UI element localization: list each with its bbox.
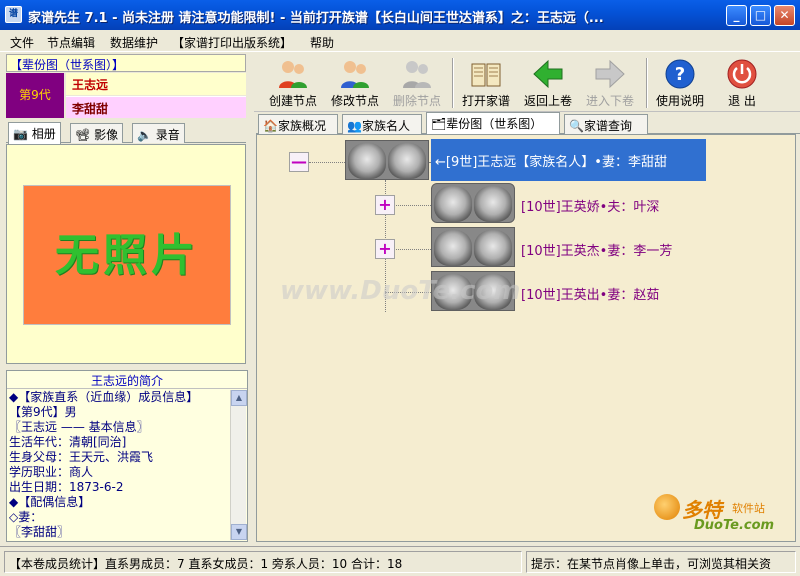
generation-badge: 第9代 bbox=[6, 73, 64, 118]
app-icon[interactable]: 谱 bbox=[5, 6, 22, 23]
toolbar-separator bbox=[452, 58, 454, 108]
intro-line: 学历职业：商人 bbox=[9, 465, 94, 479]
intro-line: 生活年代：清朝[同治] bbox=[9, 435, 127, 449]
add-person-icon bbox=[279, 61, 307, 88]
window-title: 家谱先生 7.1 - 尚未注册 请注意功能限制! - 当前打开族谱【长白山间王世… bbox=[28, 11, 604, 26]
child-node-label[interactable]: [10世]王英娇•夫：叶深 bbox=[521, 196, 659, 215]
intro-panel: 王志远的简介 ◆【家族直系（近血缘）成员信息】 【第9代】男 〖王志远 —— 基… bbox=[6, 370, 248, 542]
portrait-face bbox=[434, 186, 472, 222]
portrait-face bbox=[474, 186, 512, 222]
toolbar: 创建节点 修改节点 删除节点 打开家谱 返回上卷 进入下卷 ? 使用说明 退 出 bbox=[254, 54, 800, 112]
menu-file[interactable]: 文件 bbox=[10, 34, 34, 51]
edit-person-icon bbox=[341, 61, 369, 88]
maximize-button[interactable]: □ bbox=[750, 5, 771, 26]
left-panel-header: 【辈份图（世系图）】 bbox=[6, 54, 246, 72]
person-name[interactable]: 王志远 bbox=[66, 73, 246, 95]
power-icon bbox=[727, 59, 757, 89]
collapse-button[interactable]: — bbox=[289, 152, 309, 172]
root-portrait[interactable] bbox=[345, 140, 429, 180]
back-button[interactable]: 返回上卷 bbox=[520, 56, 576, 110]
minimize-button[interactable]: _ bbox=[726, 5, 747, 26]
home-icon: 🏠 bbox=[263, 119, 278, 133]
portrait-face bbox=[388, 143, 426, 179]
status-bar: 【本卷成员统计】直系男成员：7 直系女成员：1 旁系人员：10 合计：18 提示… bbox=[0, 546, 800, 576]
camera-icon: 📷 bbox=[13, 127, 28, 141]
portrait-face bbox=[434, 230, 472, 266]
toolbar-separator bbox=[646, 58, 648, 108]
intro-scrollbar[interactable]: ▲ ▼ bbox=[230, 390, 247, 540]
intro-line: ◇妻： bbox=[9, 510, 43, 524]
open-tree-button[interactable]: 打开家谱 bbox=[458, 56, 514, 110]
child-node-label[interactable]: [10世]王英杰•妻：李一芳 bbox=[521, 240, 672, 259]
tab-album[interactable]: 📷 相册 bbox=[8, 122, 61, 144]
menu-help[interactable]: 帮助 bbox=[310, 34, 334, 51]
tab-tree-search[interactable]: 🔍家谱查询 bbox=[564, 114, 648, 134]
arrow-right-icon bbox=[595, 59, 625, 89]
svg-text:?: ? bbox=[675, 64, 685, 85]
expand-button[interactable]: + bbox=[375, 239, 395, 259]
intro-line: 〖李甜甜〗 bbox=[9, 525, 70, 539]
tab-generation-chart[interactable]: 🗂辈份图（世系图） bbox=[426, 112, 560, 134]
connector bbox=[309, 162, 345, 163]
delete-node-button[interactable]: 删除节点 bbox=[390, 56, 444, 110]
family-tree: — ←[9世]王志远【家族名人】•妻：李甜甜 + [10世]王英娇•夫：叶深 +… bbox=[256, 134, 796, 542]
speaker-icon: 🔈 bbox=[137, 128, 152, 142]
title-bar: 谱 家谱先生 7.1 - 尚未注册 请注意功能限制! - 当前打开族谱【长白山间… bbox=[0, 0, 800, 30]
video-icon: 📽 bbox=[75, 128, 91, 142]
child-portrait[interactable] bbox=[431, 183, 515, 223]
root-node-label[interactable]: ←[9世]王志远【家族名人】•妻：李甜甜 bbox=[431, 139, 706, 181]
logo-icon bbox=[654, 494, 680, 520]
photo-panel: 无照片 bbox=[6, 144, 246, 364]
tab-audio[interactable]: 🔈 录音 bbox=[132, 123, 185, 143]
intro-line: ◆【配偶信息】 bbox=[9, 495, 91, 509]
menu-print-system[interactable]: 【家谱打印出版系统】 bbox=[172, 34, 292, 51]
edit-node-button[interactable]: 修改节点 bbox=[328, 56, 382, 110]
people-icon: 👥 bbox=[347, 119, 362, 133]
menu-node-edit[interactable]: 节点编辑 bbox=[47, 34, 95, 51]
child-node-label[interactable]: [10世]王英出•妻：赵茹 bbox=[521, 284, 659, 303]
intro-line: 生身父母：王天元、洪霞飞 bbox=[9, 450, 154, 464]
help-button[interactable]: ? 使用说明 bbox=[652, 56, 708, 110]
scroll-down-icon[interactable]: ▼ bbox=[231, 524, 247, 540]
intro-line: 〖王志远 —— 基本信息〗 bbox=[9, 420, 149, 434]
status-hint: 提示：在某节点肖像上单击，可浏览其相关资 bbox=[526, 551, 796, 573]
portrait-face bbox=[474, 230, 512, 266]
main-tabs: 🏠家族概况 👥家族名人 🗂辈份图（世系图） 🔍家谱查询 bbox=[256, 112, 800, 134]
book-icon bbox=[471, 63, 501, 87]
tab-video[interactable]: 📽 影像 bbox=[70, 123, 124, 143]
no-photo-placeholder[interactable]: 无照片 bbox=[23, 185, 231, 325]
intro-title: 王志远的简介 bbox=[7, 371, 247, 389]
help-icon: ? bbox=[665, 59, 695, 89]
intro-line: 【第9代】男 bbox=[9, 405, 77, 419]
tree-icon: 🗂 bbox=[431, 117, 447, 131]
intro-line: 出生日期：1873-6-2 bbox=[9, 480, 124, 494]
member-stats: 【本卷成员统计】直系男成员：7 直系女成员：1 旁系人员：10 合计：18 bbox=[4, 551, 522, 573]
menu-data-maintain[interactable]: 数据维护 bbox=[110, 34, 158, 51]
arrow-left-icon bbox=[533, 59, 563, 89]
media-tabs: 📷 相册 📽 影像 🔈 录音 bbox=[6, 122, 246, 144]
spouse-name[interactable]: 李甜甜 bbox=[66, 96, 246, 118]
tab-family-celebrities[interactable]: 👥家族名人 bbox=[342, 114, 422, 134]
exit-button[interactable]: 退 出 bbox=[714, 56, 770, 110]
search-icon: 🔍 bbox=[569, 119, 584, 133]
menu-bar: 文件 节点编辑 数据维护 【家谱打印出版系统】 帮助 bbox=[0, 30, 800, 52]
create-node-button[interactable]: 创建节点 bbox=[266, 56, 320, 110]
expand-button[interactable]: + bbox=[375, 195, 395, 215]
watermark: www.DuoTe.com bbox=[280, 276, 521, 306]
scroll-up-icon[interactable]: ▲ bbox=[231, 390, 247, 406]
forward-button[interactable]: 进入下卷 bbox=[582, 56, 638, 110]
intro-line: ◆【家族直系（近血缘）成员信息】 bbox=[9, 390, 199, 404]
child-portrait[interactable] bbox=[431, 227, 515, 267]
portrait-face bbox=[348, 143, 386, 179]
delete-person-icon bbox=[403, 61, 431, 88]
duote-logo: 多特 软件站 DuoTe.com bbox=[654, 494, 794, 544]
close-button[interactable]: ✕ bbox=[774, 5, 795, 26]
tab-family-overview[interactable]: 🏠家族概况 bbox=[258, 114, 338, 134]
intro-text: ◆【家族直系（近血缘）成员信息】 【第9代】男 〖王志远 —— 基本信息〗 生活… bbox=[9, 390, 231, 540]
